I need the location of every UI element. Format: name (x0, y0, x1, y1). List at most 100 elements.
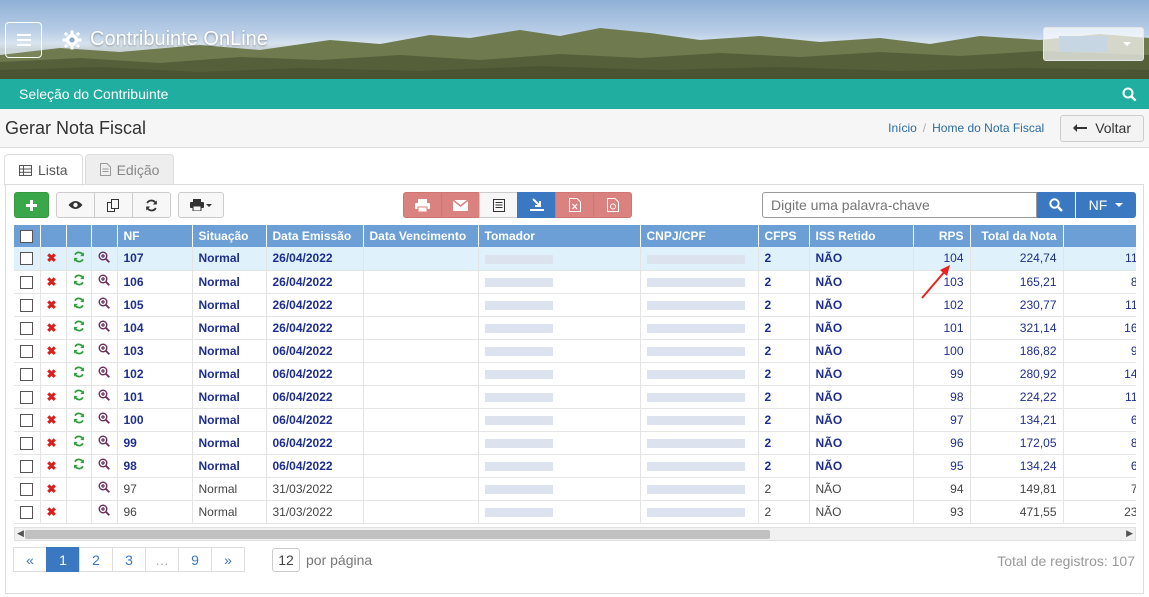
row-view-cell[interactable] (91, 431, 118, 455)
tab-lista[interactable]: Lista (4, 154, 83, 186)
row-view-cell[interactable] (91, 247, 118, 271)
row-checkbox[interactable] (20, 344, 33, 358)
table-row[interactable]: ✖ 99Normal06/04/2022 2NÃO96172,058,6 (14, 431, 1136, 455)
delete-icon[interactable]: ✖ (47, 482, 57, 496)
page-button[interactable]: 2 (79, 547, 113, 572)
horizontal-scrollbar[interactable]: ◀ ▶ (14, 527, 1136, 541)
col-header-data-vencimento[interactable]: Data Vencimento (363, 225, 479, 247)
contribuinte-selection-link[interactable]: Seleção do Contribuinte (19, 86, 168, 102)
row-checkbox[interactable] (20, 390, 33, 404)
table-row[interactable]: ✖ 97Normal31/03/2022 2NÃO94149,817,4 (14, 477, 1136, 501)
delete-icon[interactable]: ✖ (47, 505, 57, 519)
per-page-select[interactable]: 12 (272, 548, 300, 572)
delete-icon[interactable]: ✖ (47, 459, 57, 473)
row-checkbox[interactable] (20, 275, 33, 289)
col-header-iss-retido[interactable]: ISS Retido (809, 225, 914, 247)
row-view-cell[interactable] (91, 362, 118, 386)
row-checkbox[interactable] (20, 321, 33, 335)
copy-button[interactable] (94, 192, 133, 218)
page-button[interactable]: 9 (178, 547, 212, 572)
row-sync-cell[interactable] (66, 454, 92, 478)
row-sync-cell[interactable] (66, 270, 92, 294)
row-view-cell[interactable] (91, 385, 118, 409)
export-excel-button[interactable] (555, 192, 594, 218)
scrollbar-thumb[interactable] (25, 530, 770, 539)
page-button[interactable]: 1 (46, 547, 80, 572)
row-view-cell[interactable] (91, 500, 118, 524)
table-row[interactable]: ✖106Normal26/04/20222NÃO103165,218,2 (14, 270, 1136, 294)
row-checkbox[interactable] (20, 367, 33, 381)
menu-toggle-button[interactable] (5, 22, 42, 58)
delete-icon[interactable]: ✖ (47, 390, 57, 404)
row-checkbox[interactable] (20, 252, 33, 266)
table-row[interactable]: ✖107Normal26/04/20222NÃO104224,7411,2 (14, 247, 1136, 271)
print-dropdown-button[interactable] (178, 192, 224, 218)
row-sync-cell[interactable] (66, 431, 92, 455)
row-sync-cell[interactable] (66, 362, 92, 386)
select-all-checkbox[interactable] (20, 230, 33, 244)
row-checkbox[interactable] (20, 298, 33, 312)
col-header-cnpj-cpf[interactable]: CNPJ/CPF (640, 225, 759, 247)
breadcrumb-inicio[interactable]: Início (888, 121, 917, 135)
search-icon[interactable] (1122, 87, 1137, 102)
page-button[interactable]: 3 (112, 547, 146, 572)
delete-icon[interactable]: ✖ (47, 367, 57, 381)
row-sync-cell[interactable] (66, 247, 92, 271)
search-filter-dropdown[interactable]: NF (1076, 192, 1136, 218)
col-header-total-nota[interactable]: Total da Nota (970, 225, 1064, 247)
scroll-left-icon[interactable]: ◀ (17, 528, 24, 539)
col-header-rps[interactable]: RPS (913, 225, 971, 247)
scroll-right-icon[interactable]: ▶ (1126, 528, 1133, 539)
row-checkbox[interactable] (20, 505, 33, 519)
table-row[interactable]: ✖ 102Normal06/04/2022 2NÃO99280,9214,0 (14, 362, 1136, 386)
col-header-data-emissao[interactable]: Data Emissão (266, 225, 364, 247)
table-row[interactable]: ✖105Normal26/04/20222NÃO102230,7711,5 (14, 293, 1136, 317)
delete-icon[interactable]: ✖ (47, 275, 57, 289)
row-view-cell[interactable] (91, 408, 118, 432)
user-menu-button[interactable] (1043, 27, 1144, 61)
row-view-cell[interactable] (91, 477, 118, 501)
delete-icon[interactable]: ✖ (47, 321, 57, 335)
col-header-is[interactable]: IS (1063, 225, 1136, 247)
row-sync-cell[interactable] (66, 408, 92, 432)
row-sync-cell[interactable] (66, 293, 92, 317)
print-button[interactable] (403, 192, 442, 218)
delete-icon[interactable]: ✖ (47, 344, 57, 358)
delete-icon[interactable]: ✖ (47, 251, 57, 265)
view-button[interactable] (56, 192, 95, 218)
delete-icon[interactable]: ✖ (47, 298, 57, 312)
table-row[interactable]: ✖ 100Normal06/04/2022 2NÃO97134,216,7 (14, 408, 1136, 432)
export-xml-button[interactable] (517, 192, 556, 218)
tab-edicao[interactable]: Edição (84, 154, 175, 185)
row-sync-cell[interactable] (66, 339, 92, 363)
row-checkbox[interactable] (20, 413, 33, 427)
col-header-tomador[interactable]: Tomador (478, 225, 641, 247)
row-view-cell[interactable] (91, 339, 118, 363)
breadcrumb-home-nota-fiscal[interactable]: Home do Nota Fiscal (932, 121, 1044, 135)
table-row[interactable]: ✖ 96Normal31/03/2022 2NÃO93471,5523,5 (14, 500, 1136, 524)
refresh-button[interactable] (132, 192, 171, 218)
row-checkbox[interactable] (20, 482, 33, 496)
email-button[interactable] (441, 192, 480, 218)
row-sync-cell[interactable] (66, 385, 92, 409)
report-button[interactable] (479, 192, 518, 218)
delete-icon[interactable]: ✖ (47, 436, 57, 450)
row-view-cell[interactable] (91, 270, 118, 294)
add-button[interactable] (14, 192, 49, 218)
table-row[interactable]: ✖ 98Normal06/04/2022 2NÃO95134,246,7 (14, 454, 1136, 478)
table-row[interactable]: ✖ 101Normal06/04/2022 2NÃO98224,2211,2 (14, 385, 1136, 409)
row-view-cell[interactable] (91, 293, 118, 317)
row-view-cell[interactable] (91, 454, 118, 478)
table-row[interactable]: ✖ 103Normal06/04/2022 2NÃO100186,829,3 (14, 339, 1136, 363)
col-header-cfps[interactable]: CFPS (758, 225, 810, 247)
row-sync-cell[interactable] (66, 316, 92, 340)
col-header-nf[interactable]: NF (117, 225, 193, 247)
page-prev-button[interactable]: « (13, 547, 47, 572)
row-checkbox[interactable] (20, 436, 33, 450)
search-input[interactable] (762, 192, 1037, 218)
row-view-cell[interactable] (91, 316, 118, 340)
table-row[interactable]: ✖ 104Normal26/04/2022 2NÃO101321,1416,0 (14, 316, 1136, 340)
row-checkbox[interactable] (20, 459, 33, 473)
delete-icon[interactable]: ✖ (47, 413, 57, 427)
search-button[interactable] (1037, 192, 1075, 218)
